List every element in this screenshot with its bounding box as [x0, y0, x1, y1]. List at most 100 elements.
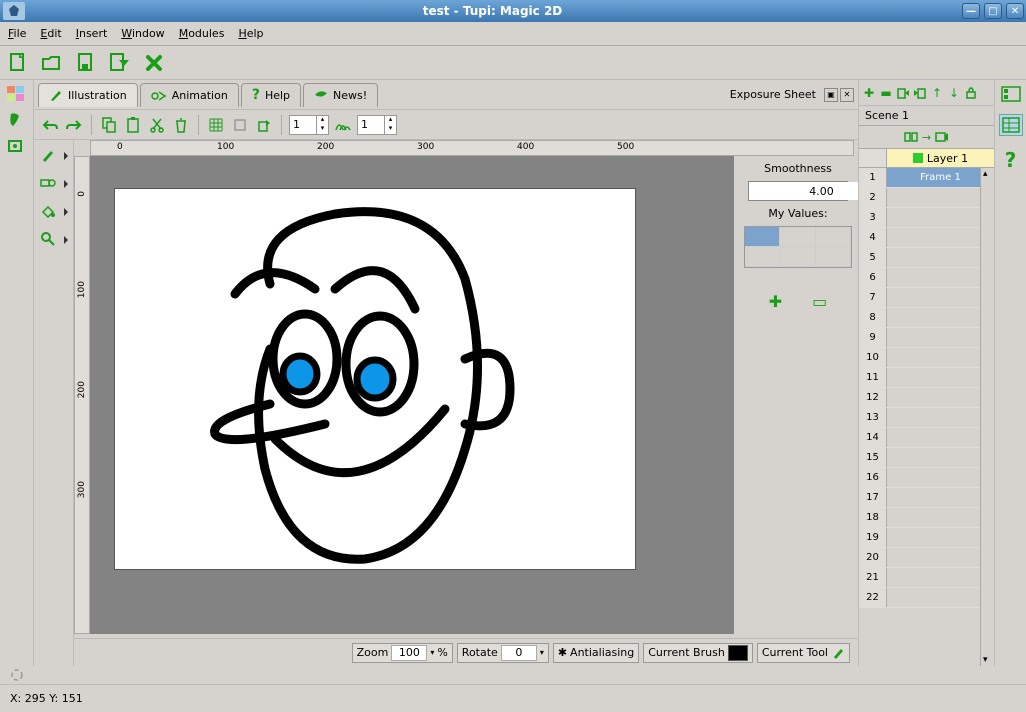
cut-icon[interactable] — [147, 115, 167, 135]
frame-row[interactable]: 14 — [859, 428, 994, 448]
canvas-viewport[interactable] — [90, 156, 734, 634]
scene-tween-icon[interactable] — [904, 131, 918, 143]
move-up-icon[interactable]: ↑ — [930, 86, 944, 100]
frame-row[interactable]: 3 — [859, 208, 994, 228]
frame-spin-1[interactable]: ▴▾ — [289, 115, 329, 135]
menu-window[interactable]: Window — [121, 27, 164, 40]
frame-spin-2[interactable]: ▴▾ — [357, 115, 397, 135]
zoom-input[interactable] — [391, 645, 427, 661]
open-folder-icon[interactable] — [40, 51, 64, 75]
redo-icon[interactable] — [64, 115, 84, 135]
scene-camera-icon[interactable] — [935, 132, 949, 142]
layer-header[interactable]: Layer 1 — [859, 148, 994, 168]
current-brush-display[interactable]: Current Brush — [643, 643, 753, 663]
frame-row[interactable]: 2 — [859, 188, 994, 208]
frame-row[interactable]: 5 — [859, 248, 994, 268]
minimize-button[interactable]: — — [962, 3, 980, 19]
help-icon: ? — [252, 87, 260, 103]
frame-row[interactable]: 18 — [859, 508, 994, 528]
zoom-tool[interactable] — [40, 230, 68, 248]
library-icon[interactable] — [7, 138, 27, 154]
move-frame-left-icon[interactable] — [896, 86, 910, 100]
tab-news[interactable]: News! — [303, 83, 378, 107]
layer-label: Layer 1 — [927, 152, 968, 165]
antialiasing-toggle[interactable]: ✱ Antialiasing — [553, 643, 639, 663]
frame-row[interactable]: 12 — [859, 388, 994, 408]
edit-toolbar: ▴▾ ▴▾ — [34, 110, 858, 140]
drawing-canvas[interactable] — [114, 188, 636, 570]
frame-row[interactable]: 17 — [859, 488, 994, 508]
frame-row[interactable]: 1Frame 1 — [859, 168, 994, 188]
export-icon[interactable] — [254, 115, 274, 135]
pencil-tool[interactable] — [40, 146, 68, 164]
help-panel-icon[interactable]: ? — [1005, 148, 1017, 172]
grid-icon[interactable] — [206, 115, 226, 135]
color-palette-icon[interactable] — [7, 86, 27, 102]
menu-edit[interactable]: Edit — [40, 27, 61, 40]
frame-row[interactable]: 13 — [859, 408, 994, 428]
menu-insert[interactable]: Insert — [76, 27, 108, 40]
delete-icon[interactable] — [171, 115, 191, 135]
frame-row[interactable]: 21 — [859, 568, 994, 588]
zoom-control[interactable]: Zoom ▾ % — [352, 643, 453, 663]
paste-icon[interactable] — [123, 115, 143, 135]
frame-row[interactable]: 9 — [859, 328, 994, 348]
frame-row[interactable]: 6 — [859, 268, 994, 288]
maximize-button[interactable]: □ — [984, 3, 1002, 19]
shape-tool[interactable] — [40, 174, 68, 192]
frame-row[interactable]: 20 — [859, 548, 994, 568]
frame-spin-2-input[interactable] — [358, 118, 384, 131]
frame-row[interactable]: 10 — [859, 348, 994, 368]
tab-help[interactable]: ? Help — [241, 83, 301, 107]
frame-row[interactable]: 11 — [859, 368, 994, 388]
onion-skin-icon[interactable] — [333, 115, 353, 135]
copy-icon[interactable] — [99, 115, 119, 135]
save-icon[interactable] — [74, 51, 98, 75]
menu-help[interactable]: Help — [238, 27, 263, 40]
undo-icon[interactable] — [40, 115, 60, 135]
frame-spin-1-input[interactable] — [290, 118, 316, 131]
save-as-icon[interactable] — [108, 51, 132, 75]
frame-row[interactable]: 4 — [859, 228, 994, 248]
frame-row[interactable]: 8 — [859, 308, 994, 328]
tab-illustration[interactable]: Illustration — [38, 83, 138, 107]
tab-animation[interactable]: Animation — [140, 83, 239, 107]
dock-float-button[interactable]: ▣ — [824, 88, 838, 102]
menu-file[interactable]: File — [8, 27, 26, 40]
ruler-horizontal: 0 100 200 300 400 500 — [90, 140, 854, 156]
fill-tool[interactable] — [40, 202, 68, 220]
move-frame-right-icon[interactable] — [913, 86, 927, 100]
scrollbar-vertical[interactable] — [980, 168, 994, 666]
brush-library-icon[interactable] — [7, 112, 27, 128]
remove-value-icon[interactable]: ▭ — [812, 292, 827, 311]
frame-row[interactable]: 22 — [859, 588, 994, 608]
exposure-toolbar: ✚ ▬ ↑ ↓ — [859, 80, 994, 106]
remove-frame-icon[interactable]: ▬ — [879, 86, 893, 100]
frame-row[interactable]: 19 — [859, 528, 994, 548]
timeline-icon[interactable] — [1001, 86, 1021, 102]
move-down-icon[interactable]: ↓ — [947, 86, 961, 100]
lock-icon[interactable] — [964, 86, 978, 100]
scene-icons: → — [859, 126, 994, 148]
frame-list[interactable]: 1Frame 123456789101112131415161718192021… — [859, 168, 994, 666]
rotate-input[interactable] — [501, 645, 537, 661]
values-grid[interactable] — [744, 226, 852, 268]
scene-header[interactable]: Scene 1 — [859, 106, 994, 126]
layer-visible-icon[interactable] — [913, 153, 923, 163]
frame-row[interactable]: 15 — [859, 448, 994, 468]
close-button[interactable]: ✕ — [1006, 3, 1024, 19]
statusbar: X: 295 Y: 151 — [0, 684, 1026, 712]
smoothness-spinner[interactable]: ▴▾ — [748, 181, 848, 201]
rotate-control[interactable]: Rotate ▾ — [457, 643, 549, 663]
current-tool-display[interactable]: Current Tool — [757, 643, 850, 663]
frame-row[interactable]: 16 — [859, 468, 994, 488]
frame-cell-selected[interactable]: Frame 1 — [887, 168, 994, 187]
close-project-icon[interactable] — [142, 51, 166, 75]
frame-row[interactable]: 7 — [859, 288, 994, 308]
exposure-sheet-icon[interactable] — [999, 114, 1023, 136]
menu-modules[interactable]: Modules — [179, 27, 225, 40]
dock-close-button[interactable]: ✕ — [840, 88, 854, 102]
add-frame-icon[interactable]: ✚ — [862, 86, 876, 100]
add-value-icon[interactable]: ✚ — [769, 292, 782, 311]
new-file-icon[interactable] — [6, 51, 30, 75]
